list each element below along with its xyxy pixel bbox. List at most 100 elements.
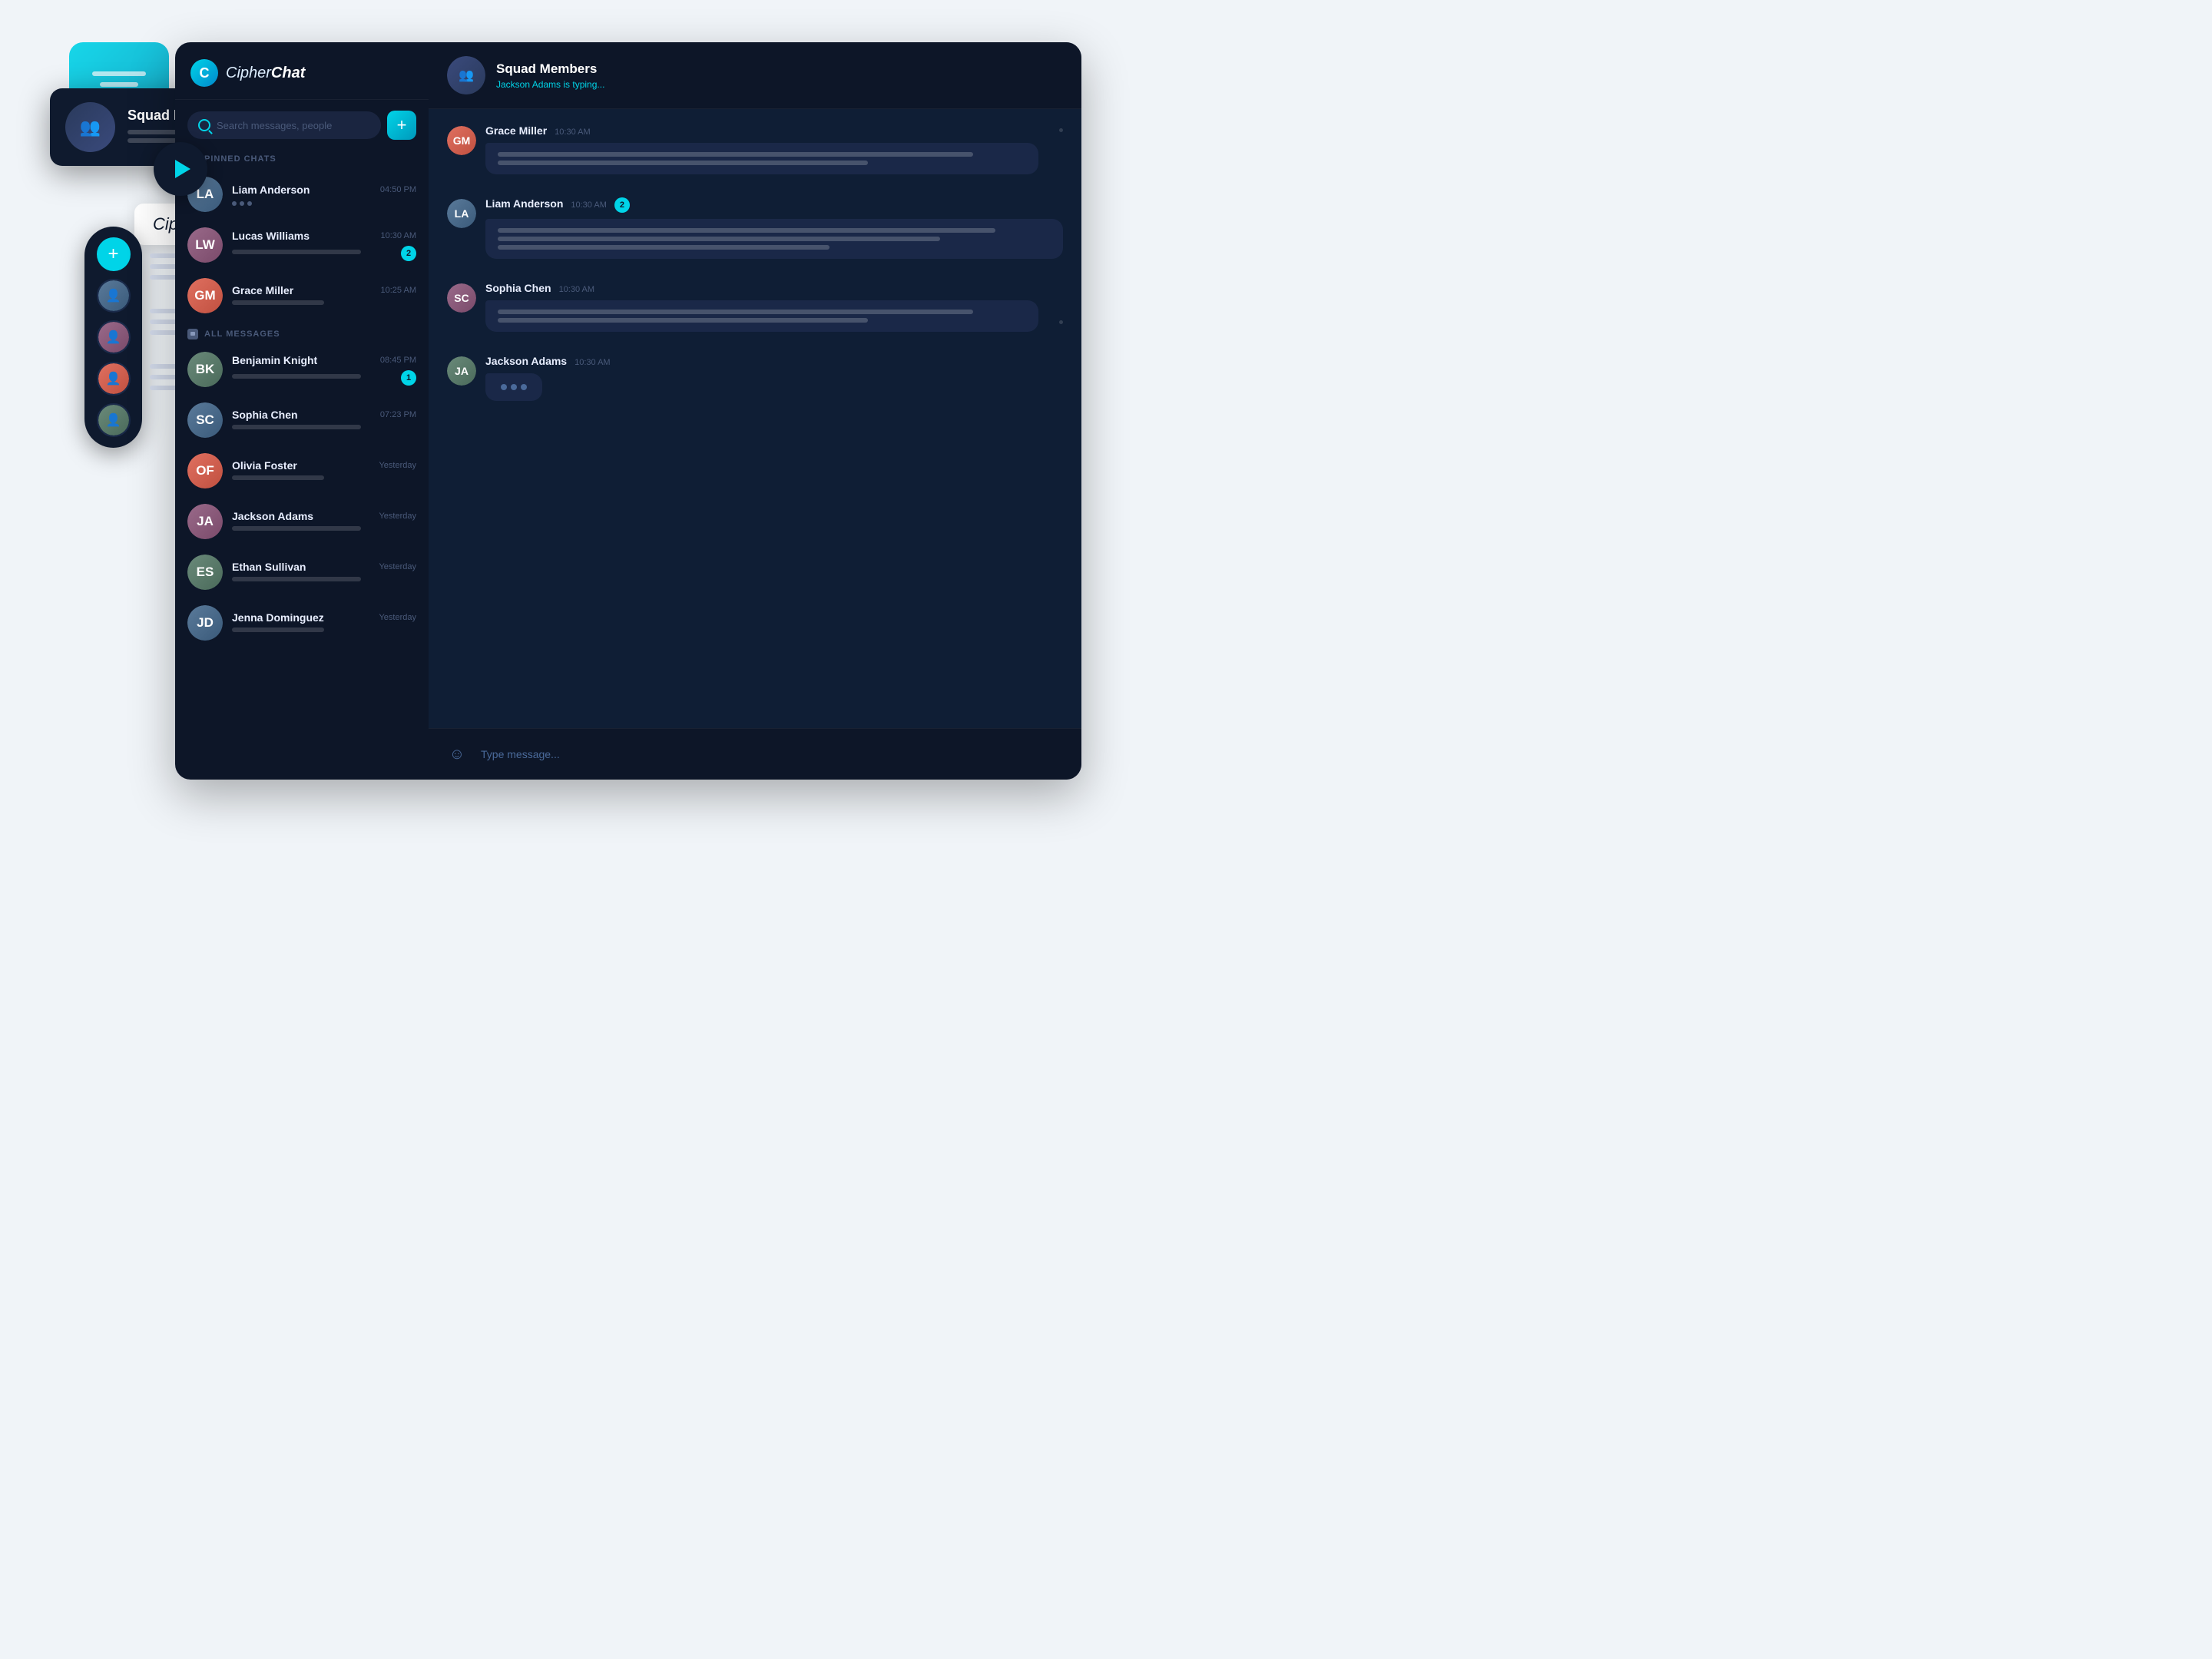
chat-item-grace-miller[interactable]: GM Grace Miller 10:25 AM [175, 270, 429, 321]
msg-content-jackson: Jackson Adams 10:30 AM [485, 355, 1063, 401]
msg-avatar-jackson: JA [447, 356, 476, 386]
pill-avatar-1[interactable]: 👤 [97, 279, 131, 313]
msg-avatar-grace: GM [447, 126, 476, 155]
header-group-name: Squad Members [496, 61, 1063, 77]
chat-content-lucas: Lucas Williams 10:30 AM 2 [232, 230, 416, 261]
chat-name-olivia: Olivia Foster [232, 459, 297, 472]
app-logo-icon: C [190, 59, 218, 87]
pill-add-button[interactable]: + [97, 237, 131, 271]
all-messages-section-header: ALL MESSAGES [175, 321, 429, 344]
chat-item-olivia-foster[interactable]: OF Olivia Foster Yesterday [175, 445, 429, 496]
chat-content-olivia: Olivia Foster Yesterday [232, 459, 416, 483]
chat-window: 👥 Squad Members Jackson Adams is typing.… [429, 42, 1081, 780]
msg-bubble-liam [485, 219, 1063, 259]
msg-time-sophia: 10:30 AM [559, 285, 594, 294]
msg-name-sophia: Sophia Chen [485, 282, 551, 294]
new-chat-button[interactable]: + [387, 111, 416, 140]
chat-item-benjamin-knight[interactable]: BK Benjamin Knight 08:45 PM 1 [175, 344, 429, 395]
chat-preview-grace [232, 300, 324, 305]
logo-bold: Chat [271, 65, 305, 81]
chat-name-lucas: Lucas Williams [232, 230, 310, 242]
chat-avatar-jackson: JA [187, 504, 223, 539]
chat-time-grace: 10:25 AM [381, 286, 416, 295]
chat-time-benjamin: 08:45 PM [380, 356, 416, 365]
chat-avatar-lucas: LW [187, 227, 223, 263]
msg-badge-liam: 2 [614, 197, 630, 213]
chat-time-olivia: Yesterday [379, 461, 416, 470]
chat-item-liam-anderson[interactable]: LA Liam Anderson 04:50 PM [175, 169, 429, 220]
typing-bubble-jackson [485, 373, 542, 401]
chat-name-jackson: Jackson Adams [232, 510, 313, 522]
chat-name-ethan: Ethan Sullivan [232, 561, 306, 573]
decoration-dot-1 [1059, 128, 1063, 132]
msg-name-liam: Liam Anderson [485, 197, 563, 210]
chat-avatar-olivia: OF [187, 453, 223, 488]
msg-avatar-sophia: SC [447, 283, 476, 313]
chat-item-jackson-adams[interactable]: JA Jackson Adams Yesterday [175, 496, 429, 547]
msg-content-liam: Liam Anderson 10:30 AM 2 [485, 197, 1063, 263]
contacts-pill: + 👤 👤 👤 👤 [84, 227, 142, 448]
chat-content-benjamin: Benjamin Knight 08:45 PM 1 [232, 354, 416, 386]
msg-avatar-liam: LA [447, 199, 476, 228]
message-grace-miller: GM Grace Miller 10:30 AM [447, 124, 1063, 179]
msg-bubble-sophia [485, 300, 1038, 332]
msg-content-sophia: Sophia Chen 10:30 AM [485, 282, 1038, 336]
all-messages-label: ALL MESSAGES [204, 329, 280, 339]
chat-preview-jackson [232, 526, 361, 531]
message-sophia-chen: SC Sophia Chen 10:30 AM [447, 282, 1063, 336]
message-liam-anderson: LA Liam Anderson 10:30 AM 2 [447, 197, 1063, 263]
chat-item-ethan-sullivan[interactable]: ES Ethan Sullivan Yesterday [175, 547, 429, 598]
chat-name-liam: Liam Anderson [232, 184, 310, 196]
chat-time-jackson: Yesterday [379, 512, 416, 521]
chat-content-liam: Liam Anderson 04:50 PM [232, 184, 416, 206]
msg-name-jackson: Jackson Adams [485, 355, 567, 367]
chat-item-sophia-chen[interactable]: SC Sophia Chen 07:23 PM [175, 395, 429, 445]
emoji-button[interactable]: ☺ [444, 741, 470, 767]
unread-badge-lucas: 2 [401, 246, 416, 261]
chat-content-jackson: Jackson Adams Yesterday [232, 510, 416, 534]
header-info: Squad Members Jackson Adams is typing... [496, 61, 1063, 90]
chat-content-jenna: Jenna Dominguez Yesterday [232, 611, 416, 635]
chat-item-lucas-williams[interactable]: LW Lucas Williams 10:30 AM 2 [175, 220, 429, 270]
messages-icon [187, 329, 198, 339]
header-typing-status: Jackson Adams is typing... [496, 79, 1063, 90]
search-bar: Search messages, people + [187, 111, 416, 140]
message-input-field[interactable]: Type message... [481, 748, 1066, 760]
chat-preview-jenna [232, 628, 324, 632]
chat-window-header: 👥 Squad Members Jackson Adams is typing.… [429, 42, 1081, 109]
app-logo-text: CipherChat [226, 65, 305, 82]
pill-avatar-3[interactable]: 👤 [97, 362, 131, 396]
msg-content-grace: Grace Miller 10:30 AM [485, 124, 1038, 179]
send-button-circle[interactable] [154, 142, 207, 196]
send-icon [175, 160, 190, 178]
chat-name-sophia: Sophia Chen [232, 409, 298, 421]
logo-regular: Cipher [226, 65, 271, 81]
decoration-dot-2 [1059, 320, 1063, 324]
chat-avatar-benjamin: BK [187, 352, 223, 387]
pill-avatar-2[interactable]: 👤 [97, 320, 131, 354]
bubble-line-2 [100, 82, 138, 87]
msg-time-liam: 10:30 AM [571, 200, 606, 210]
bubble-line-1 [92, 71, 146, 76]
chat-list-panel: C CipherChat Search messages, people + P… [175, 42, 429, 780]
message-jackson-typing: JA Jackson Adams 10:30 AM [447, 355, 1063, 401]
search-input-wrap[interactable]: Search messages, people [187, 111, 381, 139]
chat-content-ethan: Ethan Sullivan Yesterday [232, 561, 416, 584]
chat-avatar-grace: GM [187, 278, 223, 313]
chat-preview-lucas [232, 250, 361, 254]
chat-content-sophia: Sophia Chen 07:23 PM [232, 409, 416, 432]
search-icon [198, 119, 210, 131]
chat-avatar-jenna: JD [187, 605, 223, 641]
chat-item-jenna-dominguez[interactable]: JD Jenna Dominguez Yesterday [175, 598, 429, 648]
chat-time-jenna: Yesterday [379, 613, 416, 622]
chat-name-jenna: Jenna Dominguez [232, 611, 324, 624]
pill-avatar-4[interactable]: 👤 [97, 403, 131, 437]
app-header: C CipherChat [175, 42, 429, 100]
pinned-chats-label: PINNED CHATS [204, 154, 276, 164]
msg-name-grace: Grace Miller [485, 124, 547, 137]
squad-avatar: 👥 [65, 102, 115, 152]
typing-indicator-liam [232, 200, 416, 206]
chat-time-sophia: 07:23 PM [380, 410, 416, 419]
msg-time-jackson: 10:30 AM [575, 358, 610, 367]
app-container: C CipherChat Search messages, people + P… [175, 42, 1081, 780]
